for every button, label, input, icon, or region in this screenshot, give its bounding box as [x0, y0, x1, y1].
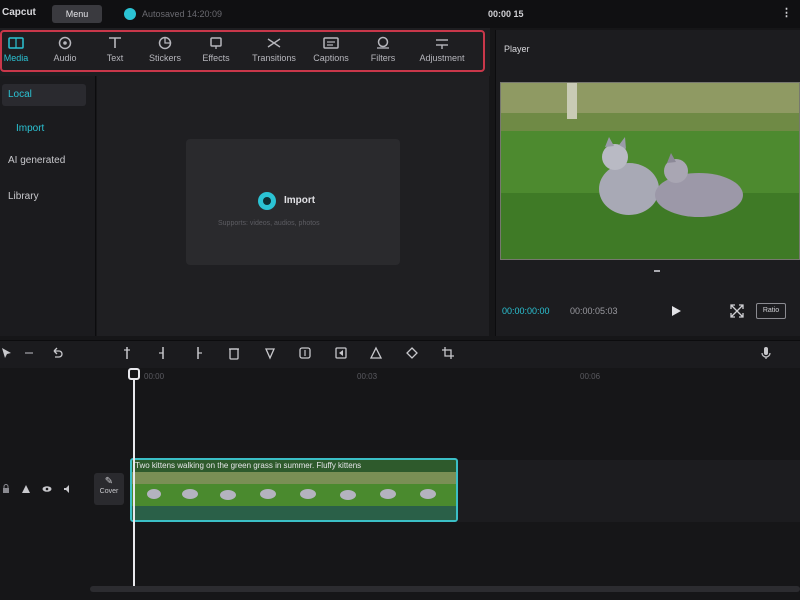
media-sidebar: Local Import AI generated Library — [0, 76, 96, 336]
playhead-handle[interactable] — [128, 368, 140, 380]
tab-adjustment[interactable]: Adjustment — [416, 34, 468, 68]
player-indicator — [654, 270, 660, 272]
transitions-icon — [267, 38, 281, 48]
ratio-button[interactable]: Ratio — [756, 303, 786, 319]
playhead-line[interactable] — [133, 368, 135, 588]
audio-icon[interactable] — [63, 484, 73, 494]
app-name: Capcut — [2, 7, 36, 18]
stickers-icon — [158, 36, 172, 50]
fullscreen-icon[interactable] — [729, 303, 745, 319]
undo-icon[interactable] — [50, 346, 64, 360]
tab-label: Filters — [370, 53, 396, 63]
delete-icon[interactable] — [227, 346, 241, 360]
menu-bar: Capcut Menu Autosaved 14:20:09 00:00 15 … — [0, 0, 800, 28]
current-time: 00:00:00:00 — [502, 306, 550, 316]
media-icon — [8, 37, 24, 49]
timeline-scrollbar[interactable] — [90, 586, 800, 592]
filters-icon — [377, 36, 389, 49]
reverse-icon[interactable] — [334, 346, 348, 360]
total-time: 00:00:05:03 — [570, 306, 618, 316]
dropdown-icon[interactable] — [22, 346, 36, 360]
captions-icon — [323, 37, 339, 49]
tab-label: Text — [106, 53, 124, 63]
tab-transitions[interactable]: Transitions — [248, 34, 300, 68]
sidebar-item-import[interactable]: Import — [2, 118, 86, 140]
tab-stickers[interactable]: Stickers — [139, 34, 191, 68]
import-hint: Supports: videos, audios, photos — [218, 220, 320, 227]
menu-button[interactable]: Menu — [52, 5, 102, 23]
mirror-icon[interactable] — [369, 346, 383, 360]
app-window: Capcut Menu Autosaved 14:20:09 00:00 15 … — [0, 0, 800, 600]
video-clip[interactable]: Two kittens walking on the green grass i… — [130, 458, 458, 522]
sidebar-item-library[interactable]: Library — [2, 186, 86, 208]
freeze-icon[interactable] — [298, 346, 312, 360]
tab-label: Adjustment — [419, 53, 465, 63]
crop-icon[interactable] — [441, 346, 455, 360]
edit-icon: ✎ — [104, 476, 114, 487]
more-options-icon[interactable]: ⋮ — [781, 6, 792, 19]
play-icon[interactable] — [670, 304, 682, 318]
project-icon — [124, 8, 136, 20]
tab-text[interactable]: Text — [89, 34, 141, 68]
tab-label: Media — [3, 53, 29, 63]
audio-icon — [58, 36, 72, 50]
split-icon[interactable] — [120, 346, 134, 360]
import-icon[interactable] — [258, 192, 276, 210]
mask-icon[interactable] — [263, 346, 277, 360]
ruler-label: 00:00 — [144, 372, 165, 381]
split-right-icon[interactable] — [191, 346, 205, 360]
tab-captions[interactable]: Captions — [305, 34, 357, 68]
tab-label: Effects — [202, 53, 230, 63]
tab-audio[interactable]: Audio — [39, 34, 91, 68]
tab-media[interactable]: Media — [0, 34, 42, 68]
player-preview — [500, 82, 800, 260]
ruler-label: 00:03 — [357, 372, 378, 381]
player-title: Player — [504, 44, 530, 54]
select-tool-icon[interactable] — [0, 346, 14, 360]
track-lock-icon[interactable] — [1, 484, 11, 494]
tab-label: Transitions — [252, 53, 296, 63]
top-time: 00:00 15 — [488, 9, 524, 19]
kittens-preview-image — [501, 83, 799, 259]
text-icon — [109, 37, 121, 48]
tab-label: Stickers — [148, 53, 181, 63]
import-label[interactable]: Import — [284, 195, 315, 206]
tab-effects[interactable]: Effects — [190, 34, 242, 68]
split-left-icon[interactable] — [156, 346, 170, 360]
project-name: Autosaved 14:20:09 — [142, 9, 223, 19]
tab-label: Captions — [313, 53, 349, 63]
rotate-icon[interactable] — [405, 346, 419, 360]
clip-title: Two kittens walking on the green grass i… — [135, 461, 362, 470]
ruler-label: 00:06 — [580, 372, 601, 381]
adjustment-icon — [436, 39, 448, 49]
microphone-icon[interactable] — [759, 346, 773, 360]
track-empty-area — [458, 460, 800, 522]
eye-icon[interactable] — [42, 484, 52, 494]
effects-icon — [210, 37, 222, 49]
clip-thumbnails — [132, 472, 456, 520]
cover-button[interactable]: ✎ Cover — [94, 473, 124, 505]
sidebar-item-local[interactable]: Local — [2, 84, 86, 106]
sidebar-item-ai-generated[interactable]: AI generated — [2, 150, 86, 172]
lock-icon[interactable] — [21, 484, 31, 494]
tab-filters[interactable]: Filters — [357, 34, 409, 68]
tab-label: Audio — [53, 53, 77, 63]
cover-label: Cover — [99, 488, 119, 495]
